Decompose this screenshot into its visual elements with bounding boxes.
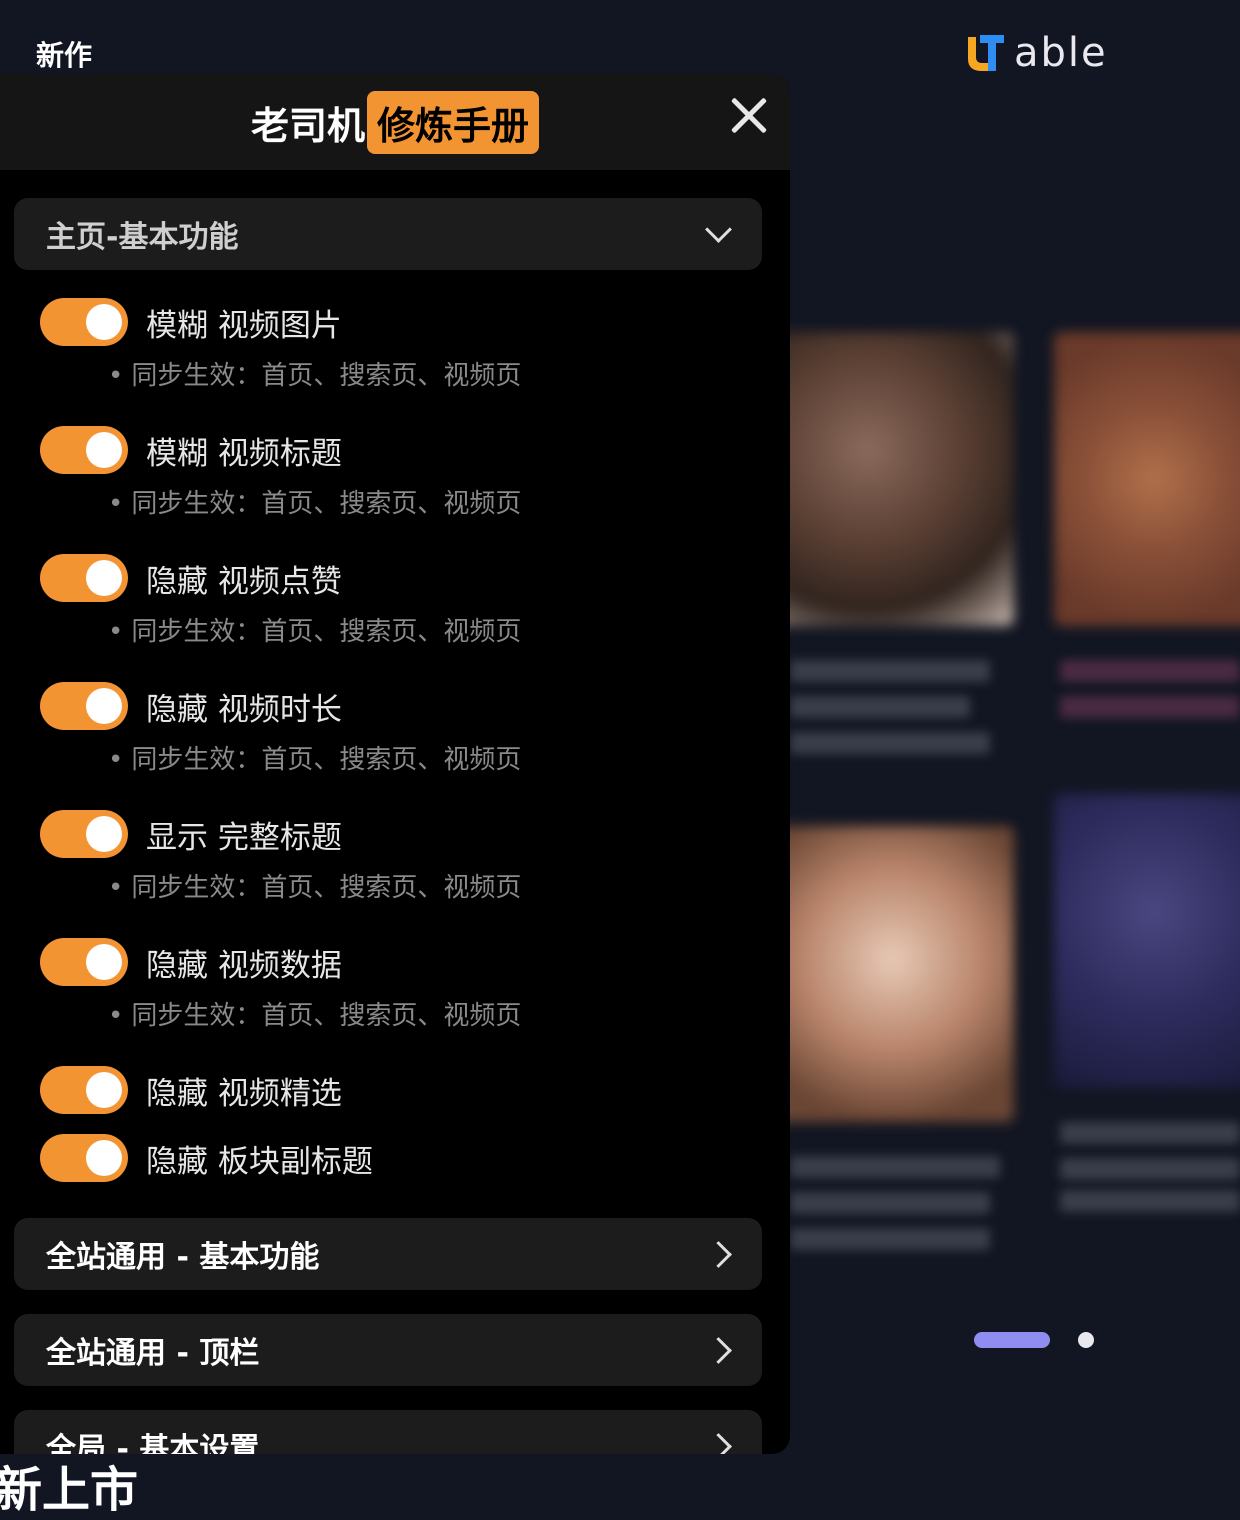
toggle-switch[interactable]: [40, 1134, 128, 1182]
setting-label: 模糊 视频图片: [146, 307, 342, 344]
panel-title: 老司机 修炼手册: [250, 90, 540, 154]
site-logo[interactable]: able: [964, 30, 1108, 76]
pager-dot[interactable]: [1078, 1332, 1094, 1348]
setting-item: 隐藏 视频数据 同步生效：首页、搜索页、视频页: [0, 938, 790, 1066]
chevron-right-icon: [705, 1336, 732, 1364]
pager-dot-active[interactable]: [974, 1332, 1050, 1348]
blurred-title: [1060, 660, 1240, 682]
section-heading-new: 新作: [36, 39, 93, 72]
blurred-title: [1060, 1122, 1240, 1144]
video-thumbnail[interactable]: [1054, 794, 1240, 1088]
blurred-title: [1060, 1190, 1240, 1212]
section-site-basic[interactable]: 全站通用 - 基本功能: [14, 1218, 762, 1290]
setting-label: 模糊 视频标题: [146, 435, 342, 472]
section-label: 主页-基本功能: [46, 220, 239, 255]
setting-description: 同步生效：首页、搜索页、视频页: [0, 858, 790, 918]
blurred-title: [790, 660, 990, 682]
setting-item: 模糊 视频标题 同步生效：首页、搜索页、视频页: [0, 426, 790, 554]
section-label: 全局 - 基本设置: [46, 1432, 260, 1454]
setting-label: 显示 完整标题: [146, 819, 342, 856]
setting-description: 同步生效：首页、搜索页、视频页: [0, 346, 790, 406]
setting-description: 同步生效：首页、搜索页、视频页: [0, 730, 790, 790]
blurred-title: [790, 696, 970, 718]
title-badge: 修炼手册: [367, 90, 540, 154]
setting-description: 同步生效：首页、搜索页、视频页: [0, 474, 790, 534]
setting-item: 隐藏 视频精选: [0, 1066, 790, 1134]
video-thumbnail[interactable]: [770, 826, 1014, 1122]
toggle-switch[interactable]: [40, 426, 128, 474]
blurred-title: [790, 732, 990, 754]
setting-description: 同步生效：首页、搜索页、视频页: [0, 602, 790, 662]
settings-list: 模糊 视频图片 同步生效：首页、搜索页、视频页 模糊 视频标题 同步生效：首页、…: [0, 270, 790, 1196]
setting-item: 显示 完整标题 同步生效：首页、搜索页、视频页: [0, 810, 790, 938]
video-thumbnail[interactable]: [1054, 332, 1240, 626]
section-global-settings[interactable]: 全局 - 基本设置: [14, 1410, 762, 1454]
chevron-right-icon: [705, 1240, 732, 1268]
setting-item: 隐藏 视频点赞 同步生效：首页、搜索页、视频页: [0, 554, 790, 682]
panel-header: 老司机 修炼手册: [0, 74, 790, 170]
settings-panel: 老司机 修炼手册 主页-基本功能 模糊 视频图片 同步生效：首页、搜索页、视频页…: [0, 74, 790, 1454]
setting-description: 同步生效：首页、搜索页、视频页: [0, 986, 790, 1046]
blurred-title: [790, 1156, 1000, 1178]
section-site-topbar[interactable]: 全站通用 - 顶栏: [14, 1314, 762, 1386]
toggle-switch[interactable]: [40, 298, 128, 346]
toggle-switch[interactable]: [40, 1066, 128, 1114]
toggle-switch[interactable]: [40, 554, 128, 602]
section-label: 全站通用 - 顶栏: [46, 1336, 260, 1371]
setting-label: 隐藏 板块副标题: [146, 1143, 373, 1180]
setting-item: 模糊 视频图片 同步生效：首页、搜索页、视频页: [0, 298, 790, 426]
setting-item: 隐藏 板块副标题: [0, 1134, 790, 1182]
blurred-title: [790, 1192, 990, 1214]
setting-label: 隐藏 视频精选: [146, 1075, 342, 1112]
chevron-right-icon: [705, 1432, 732, 1454]
section-heading-new-release: 新上市: [0, 1462, 139, 1518]
setting-label: 隐藏 视频点赞: [146, 563, 342, 600]
setting-label: 隐藏 视频时长: [146, 691, 342, 728]
chevron-down-icon: [705, 215, 732, 243]
toggle-switch[interactable]: [40, 682, 128, 730]
logo-icon: [964, 31, 1008, 75]
section-home-basic[interactable]: 主页-基本功能: [14, 198, 762, 270]
blurred-title: [1060, 696, 1240, 718]
title-text: 老司机: [250, 102, 365, 148]
logo-text: able: [1014, 30, 1108, 76]
setting-item: 隐藏 视频时长 同步生效：首页、搜索页、视频页: [0, 682, 790, 810]
carousel-pager: [974, 1332, 1094, 1348]
section-label: 全站通用 - 基本功能: [46, 1240, 320, 1275]
toggle-switch[interactable]: [40, 938, 128, 986]
blurred-title: [790, 1228, 990, 1250]
setting-label: 隐藏 视频数据: [146, 947, 342, 984]
video-thumbnail[interactable]: [770, 332, 1014, 626]
close-icon[interactable]: [728, 94, 770, 136]
blurred-title: [1060, 1158, 1240, 1180]
toggle-switch[interactable]: [40, 810, 128, 858]
